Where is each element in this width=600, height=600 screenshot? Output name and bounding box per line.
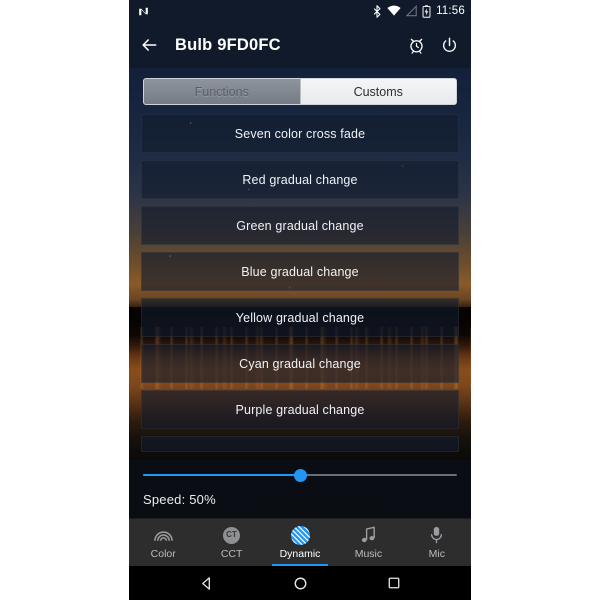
status-bar-clock: 11:56	[436, 5, 465, 17]
microphone-icon	[429, 526, 444, 545]
phone-screen: 11:56 Bulb 9FD0FC Functions Customs Seve…	[129, 0, 471, 600]
slider-thumb[interactable]	[293, 468, 307, 482]
battery-charging-icon	[422, 4, 431, 18]
cct-glyph: CT	[223, 526, 241, 544]
list-item[interactable]: Seven color cross fade	[141, 114, 459, 153]
power-button[interactable]	[440, 36, 459, 55]
nav-item-music[interactable]: Music	[334, 519, 402, 566]
status-bar: 11:56	[129, 0, 471, 22]
page-title: Bulb 9FD0FC	[175, 35, 281, 54]
tab-customs[interactable]: Customs	[300, 79, 456, 104]
striped-circle-icon	[290, 525, 310, 545]
android-system-nav	[129, 566, 471, 600]
slider-track[interactable]	[143, 468, 457, 482]
list-item[interactable]: Red gradual change	[141, 160, 459, 199]
nav-item-mic[interactable]: Mic	[403, 519, 471, 566]
nav-label-color: Color	[150, 547, 176, 560]
nav-item-dynamic[interactable]: Dynamic	[266, 519, 334, 566]
music-note-icon	[360, 526, 377, 545]
alarm-clock-icon[interactable]	[407, 36, 426, 55]
segmented-control: Functions Customs	[143, 78, 457, 105]
list-item[interactable]: Blue gradual change	[141, 252, 459, 291]
cct-circle-icon: CT	[223, 526, 241, 545]
speed-slider[interactable]	[143, 460, 457, 490]
recents-square-icon[interactable]	[387, 576, 401, 590]
nav-item-cct[interactable]: CT CCT	[197, 519, 265, 566]
nav-label-cct: CCT	[220, 547, 243, 560]
home-circle-icon[interactable]	[293, 576, 308, 591]
nav-label-mic: Mic	[428, 547, 445, 560]
bluetooth-icon	[372, 4, 382, 18]
nav-label-dynamic: Dynamic	[279, 547, 321, 560]
back-triangle-icon[interactable]	[199, 576, 214, 591]
dynamic-icon-shape	[290, 525, 310, 545]
preset-list: Seven color cross fade Red gradual chang…	[141, 114, 459, 452]
nav-item-color[interactable]: Color	[129, 519, 197, 566]
list-item[interactable]: Purple gradual change	[141, 390, 459, 429]
rainbow-icon	[153, 526, 174, 545]
content-area: Functions Customs Seven color cross fade…	[129, 68, 471, 460]
wifi-off-icon	[387, 5, 401, 17]
speed-panel: Speed: 50%	[129, 460, 471, 518]
list-item[interactable]: Yellow gradual change	[141, 298, 459, 337]
bottom-navigation: Color CT CCT Dynamic Music Mic	[129, 518, 471, 566]
app-bar: Bulb 9FD0FC	[129, 22, 471, 68]
back-button[interactable]	[139, 35, 159, 55]
list-item[interactable]: Cyan gradual change	[141, 344, 459, 383]
list-item[interactable]: Green gradual change	[141, 206, 459, 245]
cell-signal-off-icon	[405, 4, 417, 17]
tab-functions[interactable]: Functions	[144, 79, 301, 104]
speed-label: Speed: 50%	[143, 492, 216, 507]
nav-label-music: Music	[354, 547, 383, 560]
android-n-logo-icon	[137, 5, 150, 18]
slider-fill	[143, 474, 300, 476]
screenshot-canvas: 11:56 Bulb 9FD0FC Functions Customs Seve…	[0, 0, 600, 600]
list-item-partial[interactable]	[141, 436, 459, 452]
